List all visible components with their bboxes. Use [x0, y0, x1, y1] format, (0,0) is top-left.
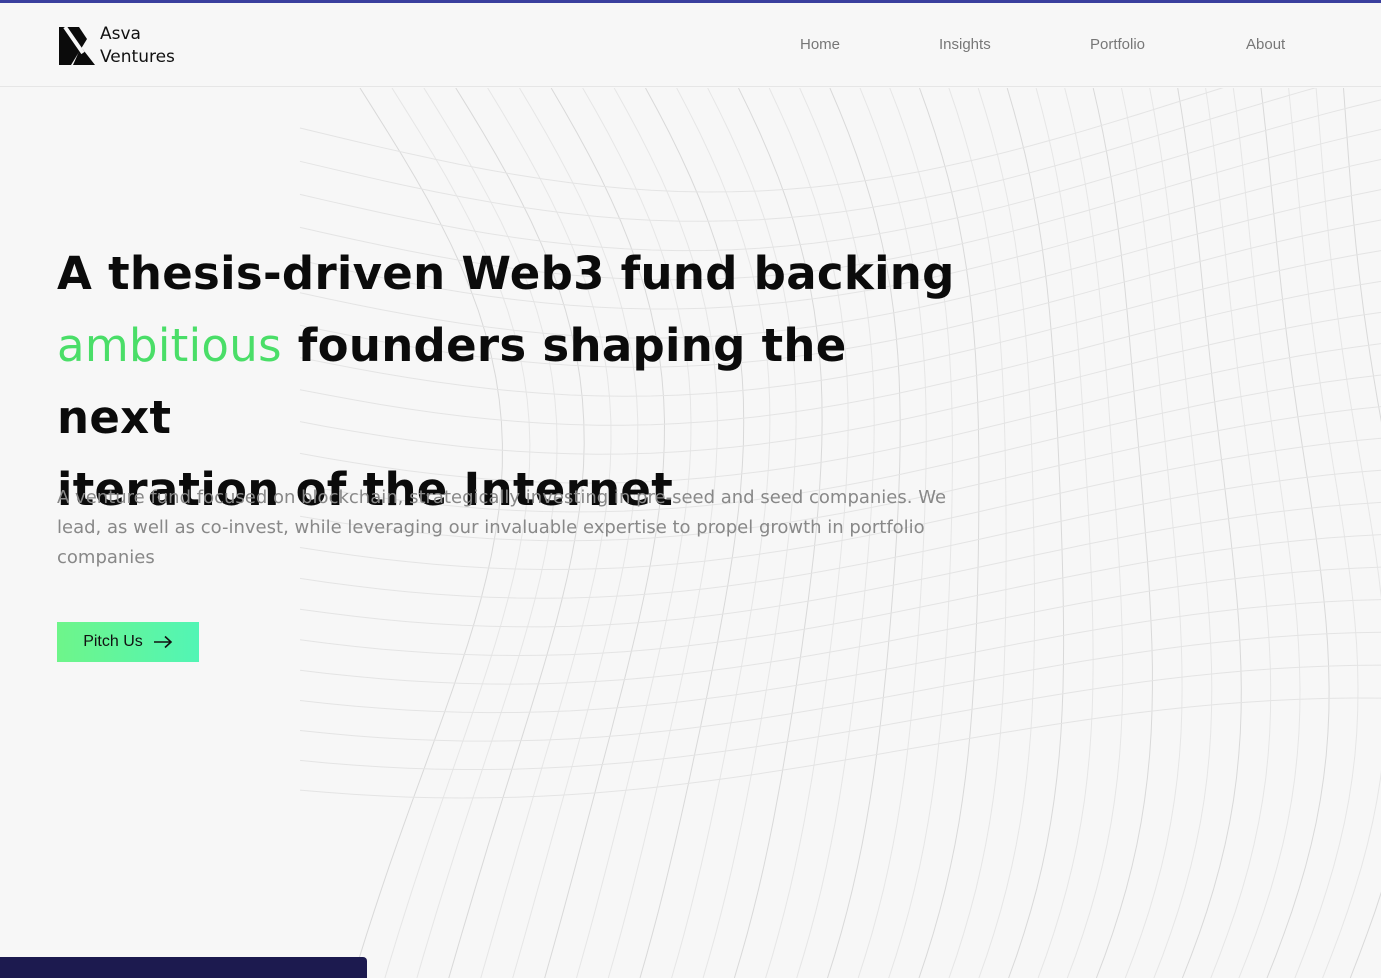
- wave-line: [1121, 88, 1183, 978]
- site-header: Asva Ventures Home Insights Portfolio Ab…: [0, 3, 1381, 87]
- brand-line-2: Ventures: [100, 47, 175, 67]
- hero-title-accent: ambitious: [57, 319, 282, 372]
- wave-line: [1288, 88, 1359, 978]
- asva-logo-icon: [59, 25, 95, 65]
- bottom-dark-bar: [0, 957, 367, 978]
- wave-line: [299, 664, 1381, 770]
- arrow-right-icon: [153, 635, 172, 649]
- wave-line: [299, 88, 1317, 222]
- nav-portfolio[interactable]: Portfolio: [1090, 36, 1145, 53]
- wave-line: [299, 697, 1381, 799]
- hero-description: A venture fund focused on blockchain, st…: [57, 487, 947, 568]
- hero-title-part-1: A thesis-driven Web3 fund backing: [57, 247, 955, 300]
- wave-line: [1177, 88, 1242, 978]
- wave-line: [1149, 88, 1213, 978]
- wave-line: [1006, 88, 1065, 978]
- wave-line: [299, 631, 1381, 742]
- brand-line-1: Asva: [100, 24, 141, 44]
- wave-line: [1064, 88, 1124, 978]
- nav-insights[interactable]: Insights: [939, 36, 991, 53]
- nav-about[interactable]: About: [1246, 36, 1285, 53]
- wave-line: [1205, 88, 1272, 978]
- wave-line: [299, 599, 1381, 714]
- wave-line: [1035, 88, 1094, 978]
- wave-line: [299, 88, 1224, 193]
- nav-home[interactable]: Home: [800, 36, 840, 53]
- brand-name: Asva Ventures: [100, 23, 175, 69]
- wave-line: [1260, 88, 1330, 978]
- wave-line: [948, 88, 1007, 978]
- pitch-us-label: Pitch Us: [83, 633, 143, 650]
- brand-logo[interactable]: Asva Ventures: [57, 23, 175, 69]
- pitch-us-button[interactable]: Pitch Us: [57, 622, 199, 662]
